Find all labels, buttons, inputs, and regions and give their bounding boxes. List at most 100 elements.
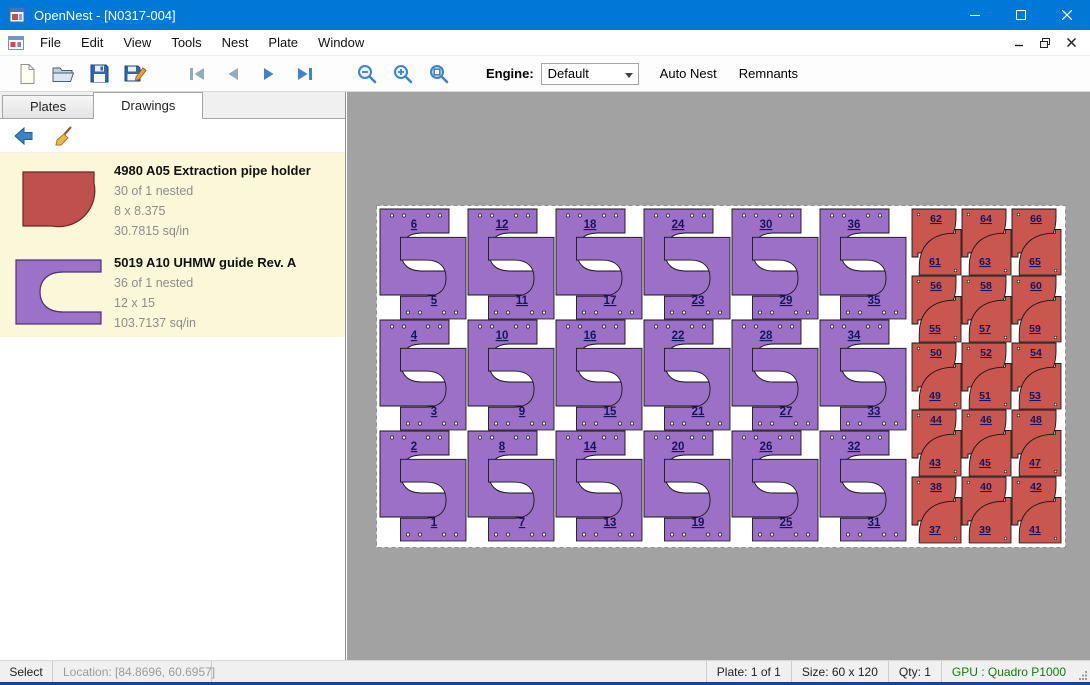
nested-red-pair[interactable]: 5453 <box>1012 343 1061 409</box>
document-window-icon <box>8 36 24 50</box>
drill-hole <box>426 214 429 217</box>
part-number: 28 <box>760 330 773 342</box>
go-next-button[interactable] <box>254 59 284 89</box>
go-first-button[interactable] <box>182 59 212 89</box>
nested-red-pair[interactable]: 6059 <box>1012 276 1061 342</box>
drill-hole <box>426 436 429 439</box>
drill-hole <box>967 280 970 283</box>
drill-hole <box>438 325 441 328</box>
nested-red-pair[interactable]: 58 57 <box>962 276 1011 342</box>
part-number: 26 <box>760 441 773 453</box>
plate-drawing[interactable]: 6512111817242330293635431091615222128273… <box>376 205 1066 548</box>
drill-hole <box>967 414 970 417</box>
part-number: 46 <box>980 414 992 426</box>
drill-hole <box>830 214 833 217</box>
part-number: 33 <box>868 406 881 418</box>
nested-red-pair[interactable]: 4443 <box>912 410 961 476</box>
part-number: 55 <box>929 323 941 335</box>
zoom-in-button[interactable] <box>388 59 418 89</box>
drill-hole <box>858 422 861 425</box>
nested-red-pair[interactable]: 5049 <box>912 343 961 409</box>
go-previous-button[interactable] <box>218 59 248 89</box>
plate[interactable]: 6512111817242330293635431091615222128273… <box>376 205 1066 548</box>
menu-plate[interactable]: Plate <box>258 30 308 56</box>
go-previous-icon <box>222 65 244 83</box>
drawing-item-extraction-pipe-holder[interactable]: 4980 A05 Extraction pipe holder 30 of 1 … <box>0 153 345 245</box>
drill-hole <box>454 533 457 536</box>
drill-hole <box>1017 481 1020 484</box>
save-button[interactable] <box>84 59 114 89</box>
open-file-button[interactable] <box>48 59 78 89</box>
drill-hole <box>514 436 517 439</box>
nested-red-pair[interactable]: 5251 <box>962 343 1011 409</box>
close-button[interactable] <box>1044 0 1090 30</box>
drill-hole <box>454 422 457 425</box>
drill-hole <box>582 311 585 314</box>
nested-red-pair[interactable]: 4039 <box>962 477 1011 543</box>
drawing-item-uhmw-guide[interactable]: 5019 A10 UHMW guide Rev. A 36 of 1 neste… <box>0 245 345 337</box>
drill-hole <box>1004 269 1007 272</box>
mdi-close-button[interactable] <box>1060 34 1082 52</box>
part-number: 58 <box>980 280 992 292</box>
drill-hole <box>842 436 845 439</box>
nest-canvas[interactable]: 6512111817242330293635431091615222128273… <box>347 92 1090 660</box>
nested-red-pair[interactable]: 4847 <box>1012 410 1061 476</box>
status-bar: Select Location: [84.8696, 60.6957] Plat… <box>0 660 1090 682</box>
cleanup-button[interactable] <box>50 123 78 149</box>
mdi-minimize-button[interactable] <box>1008 34 1030 52</box>
drill-hole <box>478 214 481 217</box>
mdi-restore-button[interactable] <box>1034 34 1056 52</box>
drill-hole <box>602 436 605 439</box>
drill-hole <box>594 533 597 536</box>
nested-red-pair[interactable]: 4241 <box>1012 477 1061 543</box>
part-number: 8 <box>499 441 506 453</box>
drawing-size: 12 x 15 <box>114 293 339 313</box>
drill-hole <box>390 214 393 217</box>
drill-hole <box>514 325 517 328</box>
zoom-out-button[interactable] <box>352 59 382 89</box>
tab-plates[interactable]: Plates <box>2 95 94 118</box>
save-as-button[interactable] <box>120 59 150 89</box>
engine-select[interactable]: Default <box>541 63 639 85</box>
menu-nest[interactable]: Nest <box>212 30 259 56</box>
menu-view[interactable]: View <box>113 30 161 56</box>
drawing-size: 8 x 8.375 <box>114 201 339 221</box>
drill-hole <box>614 325 617 328</box>
zoom-to-fit-button[interactable] <box>424 59 454 89</box>
status-location: Location: [84.8696, 60.6957] <box>52 661 212 682</box>
nested-red-pair[interactable]: 6261 <box>912 209 961 275</box>
drawing-nested-count: 36 of 1 nested <box>114 273 339 293</box>
menu-tools[interactable]: Tools <box>161 30 211 56</box>
engine-label: Engine: <box>486 66 534 81</box>
go-last-button[interactable] <box>290 59 320 89</box>
part-number: 51 <box>979 390 991 402</box>
remnants-button[interactable]: Remnants <box>728 60 809 88</box>
resize-grip-icon[interactable] <box>1076 661 1090 682</box>
part-number: 19 <box>692 517 705 529</box>
nested-red-pair[interactable]: 5655 <box>912 276 961 342</box>
nested-red-pair[interactable]: 3837 <box>912 477 961 543</box>
drill-hole <box>842 214 845 217</box>
return-parts-button[interactable] <box>10 123 38 149</box>
drill-hole <box>614 436 617 439</box>
menu-window[interactable]: Window <box>308 30 374 56</box>
drill-hole <box>794 311 797 314</box>
menu-edit[interactable]: Edit <box>71 30 113 56</box>
menu-file[interactable]: File <box>30 30 71 56</box>
maximize-button[interactable] <box>998 0 1044 30</box>
drill-hole <box>582 533 585 536</box>
nested-red-pair[interactable]: 4645 <box>962 410 1011 476</box>
nested-red-pair[interactable]: 6463 <box>962 209 1011 275</box>
drill-hole <box>742 214 745 217</box>
part-number: 24 <box>672 219 685 231</box>
part-number: 54 <box>1030 347 1042 359</box>
auto-nest-button[interactable]: Auto Nest <box>649 60 728 88</box>
tab-drawings[interactable]: Drawings <box>93 92 203 119</box>
nested-red-pair[interactable]: 6665 <box>1012 209 1061 275</box>
part-number: 57 <box>979 323 991 335</box>
part-number: 40 <box>980 481 992 493</box>
new-document-button[interactable] <box>12 59 42 89</box>
drill-hole <box>790 325 793 328</box>
minimize-button[interactable] <box>952 0 998 30</box>
part-number: 11 <box>516 295 529 307</box>
